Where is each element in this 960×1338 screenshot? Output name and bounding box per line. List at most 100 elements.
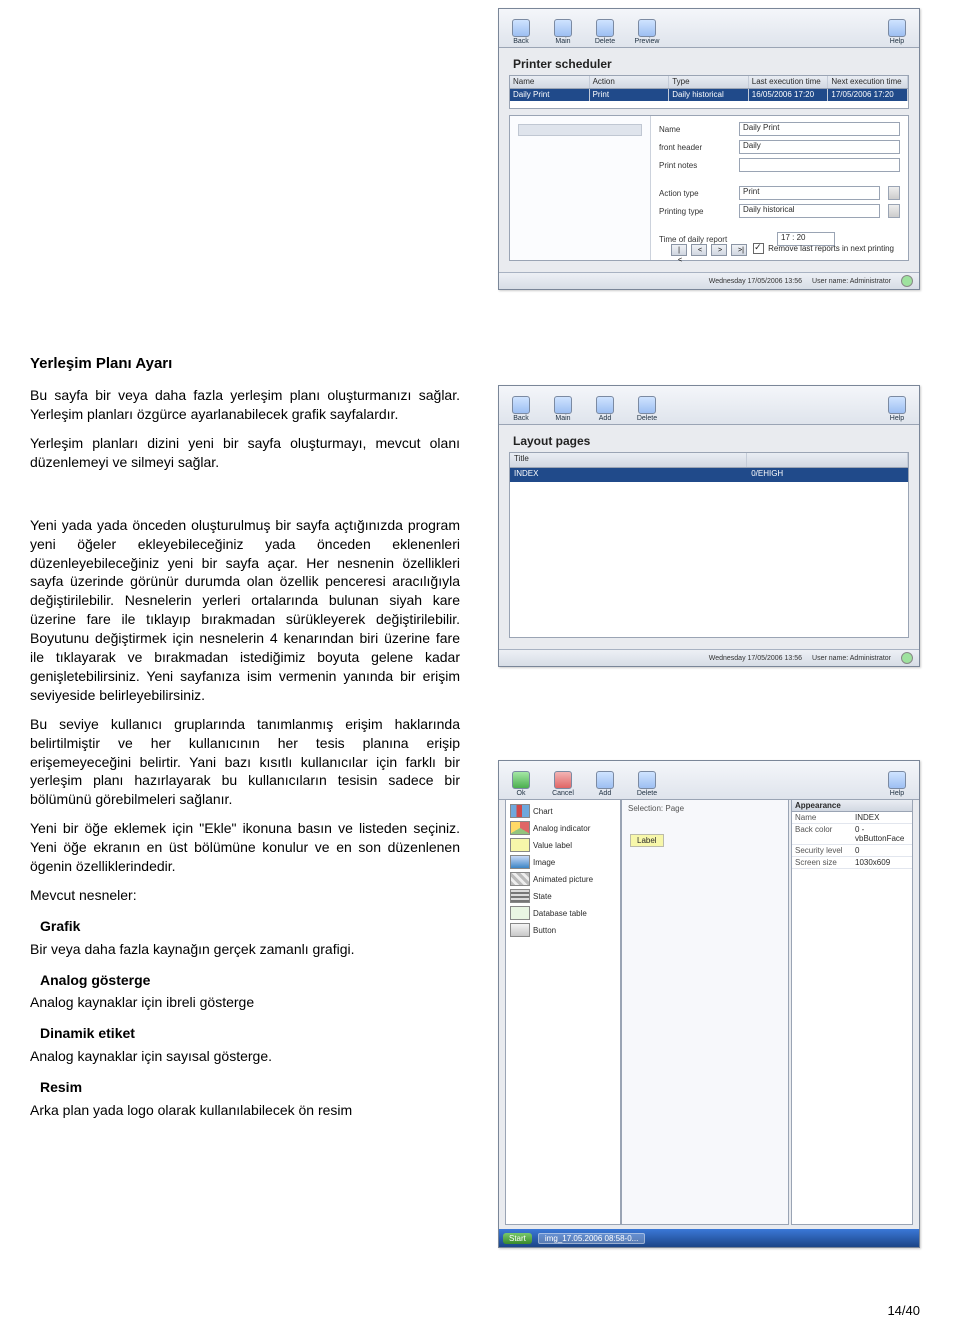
screenshot-layout-editor: Ok Cancel Add Delete Help Chart Analog i… [498,760,920,1248]
objects-heading: Mevcut nesneler: [30,886,460,905]
schedule-row[interactable]: Daily Print Print Daily historical 16/05… [510,89,908,101]
label-icon [510,838,530,852]
toolbar-preview-button[interactable]: Preview [631,19,663,45]
layout-canvas[interactable]: Selection: Page Label [621,799,789,1225]
obj-dinamik-title: Dinamik etiket [40,1024,460,1043]
col-title: Title [510,453,747,467]
obj-resim-title: Resim [40,1078,460,1097]
editor-toolbar: Ok Cancel Add Delete Help [499,761,919,800]
col-last-exec: Last execution time [749,76,829,88]
palette-item-button[interactable]: Button [508,922,618,938]
palette-item-image[interactable]: Image [508,854,618,870]
col-next-exec: Next execution time [828,76,908,88]
print-notes-label: Print notes [659,161,731,170]
chart-icon [510,804,530,818]
prop-row-name[interactable]: NameINDEX [792,812,912,824]
object-palette: Chart Analog indicator Value label Image… [505,799,621,1225]
paragraph-add-item: Yeni bir öğe eklemek için "Ekle" ikonuna… [30,819,460,876]
obj-dinamik-desc: Analog kaynaklar için sayısal gösterge. [30,1047,460,1066]
table-icon [510,906,530,920]
animated-icon [510,872,530,886]
toolbar-ok-button[interactable]: Ok [505,771,537,797]
screenshot-layout-pages: Back Main Add Delete Help Layout pages T… [498,385,920,667]
start-button[interactable]: Start [503,1233,532,1244]
printer-toolbar: Back Main Delete Preview Help [499,9,919,48]
toolbar-help-button[interactable]: Help [881,771,913,797]
toolbar-back-button[interactable]: Back [505,396,537,422]
toolbar-delete-button[interactable]: Delete [631,771,663,797]
toolbar-help-button[interactable]: Help [881,396,913,422]
status-user: User name: Administrator [812,278,891,285]
col-type: Type [669,76,749,88]
status-user: User name: Administrator [812,655,891,662]
toolbar-delete-button[interactable]: Delete [589,19,621,45]
status-datetime: Wednesday 17/05/2006 13:56 [709,655,802,662]
col-name: Name [510,76,590,88]
obj-resim-desc: Arka plan yada logo olarak kullanılabile… [30,1101,460,1120]
palette-item-chart[interactable]: Chart [508,803,618,819]
status-bar: Wednesday 17/05/2006 13:56 User name: Ad… [499,649,919,666]
front-header-label: front header [659,143,731,152]
properties-header: Appearance [792,800,912,812]
properties-panel: Appearance NameINDEX Back color0 - vbBut… [791,799,913,1225]
remove-last-reports-check[interactable]: Remove last reports in next printing [753,243,894,254]
gauge-icon [510,821,530,835]
front-header-input[interactable]: Daily [739,140,900,154]
toolbar-cancel-button[interactable]: Cancel [547,771,579,797]
status-led-icon [901,652,913,664]
state-icon [510,889,530,903]
nav-last-button[interactable]: >| [731,244,747,256]
toolbar-help-button[interactable]: Help [881,19,913,45]
layout-toolbar: Back Main Add Delete Help [499,386,919,425]
name-input[interactable]: Daily Print [739,122,900,136]
print-notes-input[interactable] [739,158,900,172]
toolbar-back-button[interactable]: Back [505,19,537,45]
record-navigator: |< < > >| [671,244,747,256]
status-datetime: Wednesday 17/05/2006 13:56 [709,278,802,285]
obj-analog-desc: Analog kaynaklar için ibreli gösterge [30,993,460,1012]
print-preview-thumb [510,116,651,260]
action-type-select[interactable]: Print [739,186,880,200]
printer-schedule-grid: Name Action Type Last execution time Nex… [509,75,909,109]
toolbar-main-button[interactable]: Main [547,19,579,45]
action-type-label: Action type [659,189,731,198]
canvas-label-object[interactable]: Label [630,834,664,847]
layout-page-row[interactable]: INDEX 0/EHIGH [510,468,908,482]
taskbar-item[interactable]: img_17.05.2006 08:58-0... [538,1233,645,1244]
paragraph-index: Yerleşim planları dizini yeni bir sayfa … [30,434,460,472]
palette-item-database-table[interactable]: Database table [508,905,618,921]
button-icon [510,923,530,937]
chevron-down-icon[interactable] [888,186,900,200]
prop-row-screensize[interactable]: Screen size1030x609 [792,857,912,869]
name-label: Name [659,125,731,134]
palette-item-animated-picture[interactable]: Animated picture [508,871,618,887]
palette-item-analog-indicator[interactable]: Analog indicator [508,820,618,836]
status-led-icon [901,275,913,287]
prop-row-security[interactable]: Security level0 [792,845,912,857]
image-icon [510,855,530,869]
status-bar: Wednesday 17/05/2006 13:56 User name: Ad… [499,272,919,289]
toolbar-main-button[interactable]: Main [547,396,579,422]
paragraph-intro: Bu sayfa bir veya daha fazla yerleşim pl… [30,386,460,424]
printing-type-label: Printing type [659,207,731,216]
palette-item-state[interactable]: State [508,888,618,904]
toolbar-delete-button[interactable]: Delete [631,396,663,422]
obj-grafik-title: Grafik [40,917,460,936]
nav-next-button[interactable]: > [711,244,727,256]
toolbar-add-button[interactable]: Add [589,771,621,797]
prop-row-backcolor[interactable]: Back color0 - vbButtonFace [792,824,912,845]
printer-form: Name Daily Print front header Daily Prin… [509,115,909,261]
section-title: Yerleşim Planı Ayarı [30,354,460,374]
checkbox-icon [753,243,764,254]
screenshot-printer-scheduler: Back Main Delete Preview Help Printer sc… [498,8,920,290]
paragraph-editing: Yeni yada yada önceden oluşturulmuş bir … [30,516,460,705]
nav-prev-button[interactable]: < [691,244,707,256]
col-blank [747,453,908,467]
nav-first-button[interactable]: |< [671,244,687,256]
paragraph-security: Bu seviye kullanıcı gruplarında tanımlan… [30,715,460,809]
palette-item-value-label[interactable]: Value label [508,837,618,853]
selection-indicator: Selection: Page [628,804,684,813]
toolbar-add-button[interactable]: Add [589,396,621,422]
chevron-down-icon[interactable] [888,204,900,218]
printing-type-select[interactable]: Daily historical [739,204,880,218]
